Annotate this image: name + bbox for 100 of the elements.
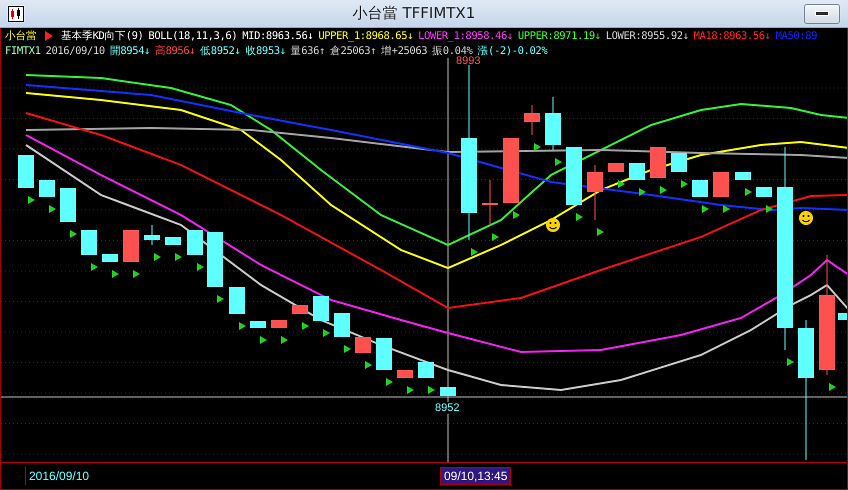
triangle-marker — [597, 228, 604, 236]
triangle-marker — [745, 188, 752, 196]
triangle-marker — [323, 329, 330, 337]
indicator-text: 增+25063 — [381, 44, 428, 58]
candlestick — [376, 338, 392, 370]
candlestick — [60, 188, 76, 222]
triangle-marker — [239, 322, 246, 330]
candlestick — [587, 164, 603, 220]
window-title: 小台當 TFFIMTX1 — [352, 4, 476, 23]
triangle-marker — [365, 361, 372, 369]
triangle-marker — [513, 211, 520, 219]
indicator-text: 振0.04% — [432, 44, 472, 56]
smiley-icon — [546, 218, 560, 232]
candlestick — [229, 287, 245, 314]
triangle-marker — [681, 180, 688, 188]
candlestick — [524, 104, 540, 136]
triangle-icon — [44, 30, 53, 40]
candlestick — [482, 180, 498, 226]
triangle-marker — [91, 263, 98, 271]
indicator-text: UPPER_1:8968.65↓ — [318, 30, 414, 42]
triangle-marker — [260, 336, 267, 344]
crosshair-time-label: 09/10,13:45 — [440, 467, 512, 485]
candlestick — [671, 153, 687, 172]
candlestick — [566, 147, 582, 205]
indicator-text: FIMTX1 — [5, 44, 41, 56]
indicator-text: BOLL(18,11,3,6) — [148, 30, 238, 42]
indicator-text: LOWER_1:8958.46↓ — [418, 30, 513, 42]
candlestick — [292, 305, 308, 314]
triangle-marker — [175, 253, 182, 261]
candlestick — [207, 232, 223, 287]
triangle-marker — [386, 378, 393, 386]
indicator-text: LOWER:8955.92↓ — [606, 30, 689, 42]
triangle-marker — [787, 358, 794, 366]
candlestick — [503, 138, 519, 203]
indicator-text: 小台當 — [5, 28, 37, 42]
indicator-text: MID:8963.56↓ — [242, 30, 314, 42]
candlestick — [313, 296, 329, 321]
candlestick — [271, 320, 287, 328]
triangle-marker — [471, 248, 478, 256]
candlestick — [81, 230, 97, 255]
candlestick — [440, 387, 456, 396]
indicator-text: 量636↑ — [290, 44, 325, 58]
triangle-marker — [407, 386, 414, 394]
candlestick — [397, 370, 413, 378]
candlestick — [355, 337, 371, 353]
triangle-marker — [302, 322, 309, 330]
triangle-marker — [576, 213, 583, 221]
triangle-marker — [133, 270, 140, 278]
candlestick — [838, 313, 847, 320]
candlestick — [39, 180, 55, 197]
indicator-text: 漲(-2)-0.02% — [477, 44, 548, 56]
candlestick — [18, 155, 34, 188]
candlestick — [250, 321, 266, 328]
candlestick — [735, 172, 751, 180]
indicator-text: UPPER:8971.19↓ — [518, 30, 601, 42]
indicator-text: 倉25063↑ — [330, 44, 376, 58]
triangle-marker — [112, 270, 119, 278]
triangle-marker — [70, 230, 77, 238]
triangle-marker — [660, 186, 667, 194]
indicator-text: 開8954↓ — [110, 44, 150, 58]
candlestick — [334, 313, 350, 337]
candlestick — [165, 237, 181, 245]
triangle-marker — [197, 263, 204, 271]
triangle-marker — [702, 205, 709, 213]
candlestick — [650, 147, 666, 178]
indicator-text: MA18:8963.56↓ — [694, 30, 771, 42]
triangle-marker — [28, 196, 35, 204]
candlestick — [123, 230, 139, 262]
candlestick — [144, 224, 160, 246]
candlestick — [545, 96, 561, 150]
indicator-text: MA50:89 — [776, 30, 818, 42]
triangle-marker — [766, 205, 773, 213]
high-price-label: 8993 — [456, 55, 480, 67]
triangle-marker — [639, 188, 646, 196]
triangle-marker — [428, 386, 435, 394]
triangle-marker — [618, 180, 625, 188]
triangle-marker — [344, 345, 351, 353]
candlestick — [692, 180, 708, 197]
candlestick — [102, 254, 118, 262]
candlestick — [608, 163, 624, 172]
minimize-button[interactable] — [804, 4, 840, 24]
smiley-icon — [799, 211, 813, 225]
triangle-marker — [49, 205, 56, 213]
triangle-marker — [555, 158, 562, 166]
indicator-text: 基本季KD向下(9) — [60, 28, 144, 42]
candlestick — [713, 172, 729, 197]
candlestick — [187, 230, 203, 255]
triangle-marker — [534, 143, 541, 151]
triangle-marker — [154, 253, 161, 261]
triangle-marker — [281, 336, 288, 344]
triangle-marker — [217, 295, 224, 303]
indicator-text: 2016/09/10 — [46, 44, 105, 56]
triangle-marker — [492, 233, 499, 241]
triangle-marker — [723, 205, 730, 213]
indicator-text: 收8953↓ — [245, 44, 286, 58]
candlestick-icon — [8, 6, 24, 22]
crosshair-price-label: 8952 — [433, 402, 462, 414]
indicator-text: 低8952↓ — [200, 44, 240, 58]
candlestick — [629, 163, 645, 180]
candlestick — [418, 362, 434, 378]
